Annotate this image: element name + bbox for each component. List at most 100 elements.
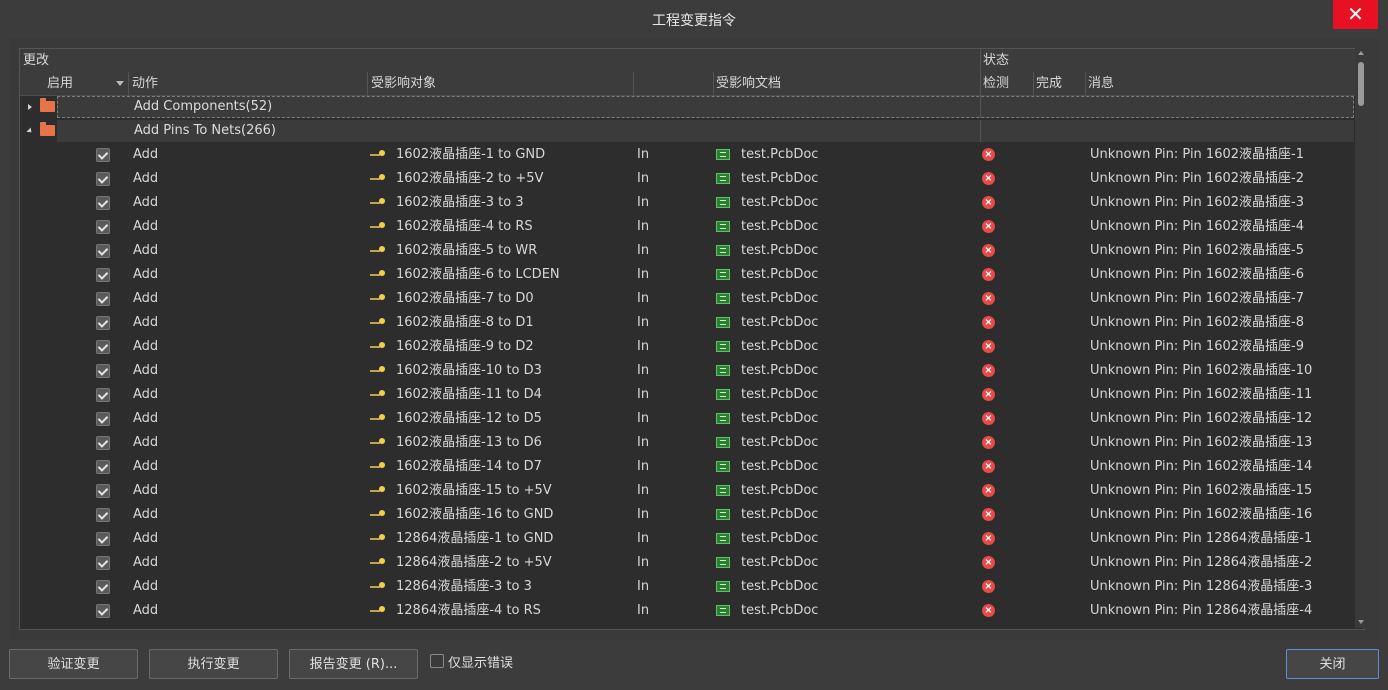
tree-group-row[interactable]: Add Pins To Nets(266) — [20, 119, 1364, 143]
validate-changes-button[interactable]: 验证变更 — [9, 649, 138, 679]
table-row[interactable]: Add 1602液晶插座-5 to WR In test.PcbDoc × Unknown… — [20, 239, 1364, 263]
message-cell: Unknown Pin: Pin 1602液晶插座-6 — [1090, 267, 1304, 282]
error-icon: × — [982, 604, 995, 617]
enable-checkbox[interactable] — [96, 196, 110, 210]
affected-object-cell: 12864液晶插座-3 to 3 — [396, 579, 532, 594]
enable-checkbox[interactable] — [96, 268, 110, 282]
enable-checkbox[interactable] — [96, 436, 110, 450]
table-row[interactable]: Add 1602液晶插座-6 to LCDEN In test.PcbDoc × Unkn… — [20, 263, 1364, 287]
header-separator[interactable] — [633, 72, 634, 95]
column-header-affected-object[interactable]: 受影响对象 — [371, 72, 436, 95]
enable-checkbox[interactable] — [96, 556, 110, 570]
scroll-down-icon[interactable] — [1358, 620, 1364, 624]
affected-doc-cell: test.PcbDoc — [741, 603, 819, 618]
enable-checkbox[interactable] — [96, 364, 110, 378]
enable-checkbox[interactable] — [96, 604, 110, 618]
enable-checkbox[interactable] — [96, 220, 110, 234]
column-header-action[interactable]: 动作 — [132, 72, 158, 95]
header-separator[interactable] — [1033, 72, 1034, 95]
table-row[interactable]: Add 1602液晶插座-4 to RS In test.PcbDoc × Unknown… — [20, 215, 1364, 239]
enable-checkbox[interactable] — [96, 292, 110, 306]
column-header-done[interactable]: 完成 — [1036, 72, 1062, 95]
message-cell: Unknown Pin: Pin 1602液晶插座-13 — [1090, 435, 1313, 450]
affected-object-cell: 1602液晶插座-2 to +5V — [396, 171, 544, 186]
message-cell: Unknown Pin: Pin 1602液晶插座-14 — [1090, 459, 1313, 474]
affected-object-cell: 1602液晶插座-4 to RS — [396, 219, 533, 234]
enable-checkbox[interactable] — [96, 244, 110, 258]
enable-checkbox[interactable] — [96, 316, 110, 330]
table-row[interactable]: Add 12864液晶插座-1 to GND In test.PcbDoc × Unkno… — [20, 527, 1364, 551]
action-cell: Add — [133, 603, 159, 618]
table-row[interactable]: Add 1602液晶插座-10 to D3 In test.PcbDoc × Unknow… — [20, 359, 1364, 383]
action-cell: Add — [133, 387, 159, 402]
affected-doc-cell: test.PcbDoc — [741, 435, 819, 450]
window-close-button[interactable]: ✕ — [1333, 0, 1378, 29]
enable-checkbox[interactable] — [96, 484, 110, 498]
table-row[interactable]: Add 1602液晶插座-13 to D6 In test.PcbDoc × Unknow… — [20, 431, 1364, 455]
enable-checkbox[interactable] — [96, 172, 110, 186]
direction-cell: In — [637, 267, 650, 282]
table-row[interactable]: Add 1602液晶插座-1 to GND In test.PcbDoc × Unknow… — [20, 143, 1364, 167]
direction-cell: In — [637, 435, 650, 450]
enable-checkbox[interactable] — [96, 148, 110, 162]
tree-group-row[interactable]: Add Components(52) — [20, 95, 1364, 119]
expand-arrow-icon[interactable] — [28, 104, 32, 110]
column-header-affected-doc[interactable]: 受影响文档 — [716, 72, 781, 95]
table-row[interactable]: Add 1602液晶插座-7 to D0 In test.PcbDoc × Unknown… — [20, 287, 1364, 311]
error-icon: × — [982, 316, 995, 329]
collapse-arrow-icon[interactable] — [26, 127, 34, 135]
enable-checkbox[interactable] — [96, 340, 110, 354]
table-row[interactable]: Add 12864液晶插座-2 to +5V In test.PcbDoc × Unkno… — [20, 551, 1364, 575]
scroll-thumb[interactable] — [1358, 62, 1364, 106]
close-button[interactable]: 关闭 — [1286, 649, 1379, 679]
vertical-scrollbar[interactable] — [1355, 48, 1367, 628]
show-errors-only-label[interactable]: 仅显示错误 — [448, 652, 513, 671]
error-icon: × — [982, 388, 995, 401]
table-row[interactable]: Add 1602液晶插座-8 to D1 In test.PcbDoc × Unknown… — [20, 311, 1364, 335]
error-icon: × — [982, 484, 995, 497]
direction-cell: In — [637, 291, 650, 306]
affected-object-cell: 1602液晶插座-10 to D3 — [396, 363, 542, 378]
direction-cell: In — [637, 411, 650, 426]
affected-object-cell: 1602液晶插座-7 to D0 — [396, 291, 534, 306]
header-separator[interactable] — [713, 72, 714, 95]
execute-changes-button[interactable]: 执行变更 — [149, 649, 278, 679]
column-header-row: 启用 动作 受影响对象 受影响文档 检测 完成 消息 — [20, 72, 1364, 96]
affected-doc-cell: test.PcbDoc — [741, 291, 819, 306]
table-row[interactable]: Add 1602液晶插座-14 to D7 In test.PcbDoc × Unknow… — [20, 455, 1364, 479]
header-separator[interactable] — [1085, 72, 1086, 95]
header-separator[interactable] — [367, 72, 368, 95]
action-cell: Add — [133, 171, 159, 186]
action-cell: Add — [133, 555, 159, 570]
table-row[interactable]: Add 1602液晶插座-2 to +5V In test.PcbDoc × Unknow… — [20, 167, 1364, 191]
affected-doc-cell: test.PcbDoc — [741, 555, 819, 570]
column-header-check[interactable]: 检测 — [983, 72, 1009, 95]
changes-grid: 更改 状态 启用 动作 受影响对象 受影响文档 检测 完成 消息 Add Com… — [19, 48, 1365, 630]
table-row[interactable]: Add 1602液晶插座-11 to D4 In test.PcbDoc × Unknow… — [20, 383, 1364, 407]
column-header-enable[interactable]: 启用 — [47, 72, 73, 95]
enable-checkbox[interactable] — [96, 388, 110, 402]
enable-checkbox[interactable] — [96, 580, 110, 594]
direction-cell: In — [637, 579, 650, 594]
table-row[interactable]: Add 1602液晶插座-12 to D5 In test.PcbDoc × Unknow… — [20, 407, 1364, 431]
table-row[interactable]: Add 12864液晶插座-4 to RS In test.PcbDoc × Unknow… — [20, 599, 1364, 623]
table-row[interactable]: Add 1602液晶插座-15 to +5V In test.PcbDoc × Unkno… — [20, 479, 1364, 503]
show-errors-only-checkbox[interactable] — [430, 654, 444, 668]
pin-icon — [370, 459, 386, 475]
scroll-up-icon[interactable] — [1358, 51, 1364, 55]
enable-checkbox[interactable] — [96, 532, 110, 546]
action-cell: Add — [133, 459, 159, 474]
header-separator[interactable] — [128, 72, 129, 95]
column-header-message[interactable]: 消息 — [1088, 72, 1114, 95]
table-row[interactable]: Add 12864液晶插座-3 to 3 In test.PcbDoc × Unknown… — [20, 575, 1364, 599]
table-row[interactable]: Add 1602液晶插座-3 to 3 In test.PcbDoc × Unknown … — [20, 191, 1364, 215]
table-row[interactable]: Add 1602液晶插座-9 to D2 In test.PcbDoc × Unknown… — [20, 335, 1364, 359]
header-separator[interactable] — [980, 72, 981, 95]
report-changes-button[interactable]: 报告变更 (R)... — [289, 649, 418, 679]
affected-doc-cell: test.PcbDoc — [741, 507, 819, 522]
enable-checkbox[interactable] — [96, 412, 110, 426]
table-row[interactable]: Add 1602液晶插座-16 to GND In test.PcbDoc × Unkno… — [20, 503, 1364, 527]
sort-arrow-icon[interactable] — [116, 81, 124, 86]
enable-checkbox[interactable] — [96, 508, 110, 522]
enable-checkbox[interactable] — [96, 460, 110, 474]
